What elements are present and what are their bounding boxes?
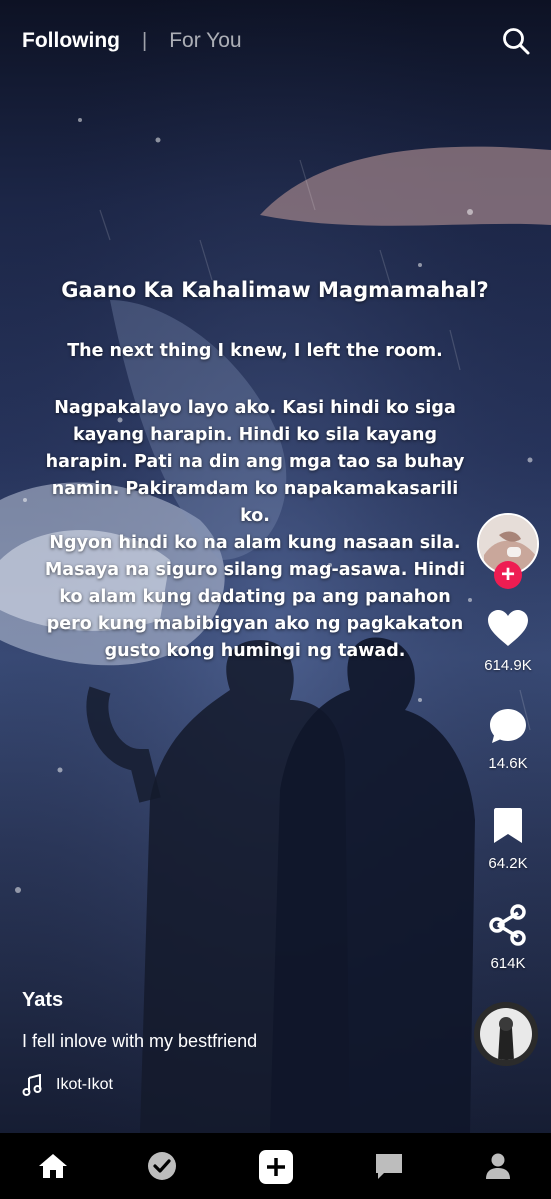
comment-button[interactable]: 14.6K [475, 706, 541, 772]
share-icon [489, 904, 526, 946]
username[interactable]: Yats [22, 989, 63, 1012]
create-icon[interactable] [258, 1149, 293, 1184]
follow-button[interactable]: + [494, 561, 522, 589]
bookmark-icon [494, 808, 522, 843]
like-button[interactable]: 614.9K [475, 608, 541, 674]
overlay-paragraph-1: The next thing I knew, I left the room. [67, 341, 443, 361]
check-icon[interactable] [145, 1149, 179, 1183]
music-note-icon [22, 1074, 42, 1096]
home-icon[interactable] [36, 1149, 70, 1183]
overlay-paragraph-3: Ngyon hindi ko na alam kung nasaan sila.… [44, 533, 466, 661]
bottom-navigation [0, 1133, 551, 1199]
tab-divider: | [141, 29, 148, 52]
comment-count: 14.6K [488, 755, 528, 772]
share-button[interactable]: 614K [475, 904, 541, 972]
like-count: 614.9K [484, 657, 532, 674]
sound-name: Ikot-Ikot [56, 1076, 113, 1093]
video-feed-screen: Following | For You Gaano Ka Kahalimaw M… [0, 0, 551, 1199]
share-count: 614K [490, 955, 526, 972]
save-count: 64.2K [488, 855, 528, 872]
profile-icon[interactable] [481, 1149, 515, 1183]
comment-icon [490, 709, 526, 743]
overlay-title: Gaano Ka Kahalimaw Magmamahal? [61, 278, 489, 302]
top-navigation: Following | For You [22, 26, 531, 56]
inbox-icon[interactable] [372, 1149, 406, 1183]
sound-link[interactable]: Ikot-Ikot [22, 1074, 113, 1096]
tab-following[interactable]: Following [22, 29, 120, 53]
search-icon[interactable] [501, 26, 531, 56]
sound-disc[interactable] [474, 1002, 538, 1066]
save-button[interactable]: 64.2K [475, 806, 541, 872]
tab-for-you[interactable]: For You [169, 29, 241, 53]
overlay-paragraph-2: Nagpakalayo layo ako. Kasi hindi ko siga… [45, 398, 465, 526]
post-description: I fell inlove with my bestfriend [22, 1031, 258, 1051]
heart-icon [488, 610, 528, 646]
